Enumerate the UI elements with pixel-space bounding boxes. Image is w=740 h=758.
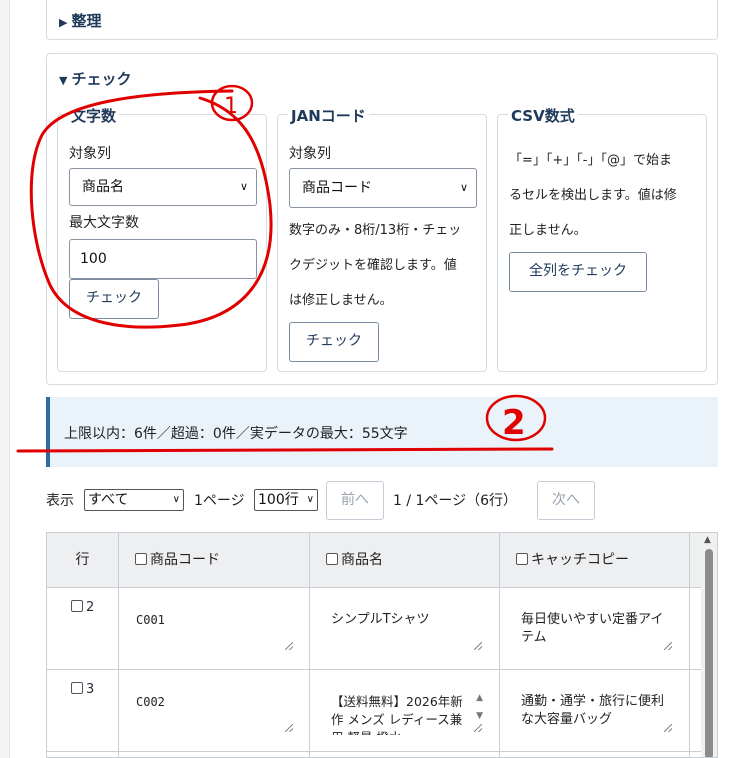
header-checkbox[interactable] — [326, 553, 338, 565]
row-selector[interactable]: 2 — [71, 600, 94, 615]
charcount-check-button[interactable]: チェック — [69, 279, 159, 319]
resize-grip-icon[interactable] — [664, 724, 672, 732]
per-page-select[interactable]: 100行 ∨ — [254, 489, 318, 511]
header-checkbox[interactable] — [516, 553, 528, 565]
product-name-cell-input[interactable]: シンプルTシャツ — [320, 602, 486, 654]
result-message: 上限以内：6件／超過：0件／実データの最大：55文字 — [46, 397, 718, 467]
csv-panel: CSV数式 「=」「+」「-」「@」で始ま るセルを検出します。値は修 正しませ… — [497, 105, 707, 372]
data-grid: 行 商品コード 商品名 キャッチコピー 2 C001 シンプルTシャツ 毎日使い… — [46, 532, 718, 758]
next-page-button[interactable]: 次へ — [537, 481, 595, 520]
table-row: 2 — [47, 588, 119, 670]
table-row: 3 — [47, 670, 119, 752]
table-cell: C001 — [119, 588, 310, 670]
charcount-max-input[interactable]: 100 — [69, 239, 257, 279]
row-checkbox[interactable] — [71, 682, 83, 694]
resize-grip-icon[interactable] — [285, 724, 293, 732]
row-checkbox[interactable] — [71, 600, 83, 612]
charcount-target-select[interactable]: 商品名 ∨ — [69, 168, 257, 206]
section-organize: ▶ 整理 — [46, 0, 718, 40]
table-cell: 通勤・通学・旅行に便利な大容量バッグ — [500, 670, 690, 752]
section-organize-toggle[interactable]: ▶ 整理 — [59, 10, 101, 31]
prev-page-button[interactable]: 前へ — [326, 481, 384, 520]
scroll-down-icon[interactable]: ▼ — [476, 707, 483, 725]
header-checkbox[interactable] — [135, 553, 147, 565]
jan-target-label: 対象列 — [289, 146, 331, 162]
scrollbar-thumb[interactable] — [705, 549, 713, 757]
table-cell: C002 — [119, 670, 310, 752]
show-label: 表示 — [46, 493, 74, 509]
page-status: 1 / 1ページ（6行） — [393, 493, 518, 509]
expanded-triangle-icon: ▼ — [59, 74, 68, 87]
jan-legend: JANコード — [288, 105, 369, 126]
grid-vertical-scrollbar[interactable]: ▲ — [701, 533, 717, 757]
resize-grip-icon[interactable] — [474, 642, 482, 650]
per-page-label: 1ページ — [194, 493, 245, 509]
table-cell: シンプルTシャツ — [310, 588, 500, 670]
csv-description: 「=」「+」「-」「@」で始ま るセルを検出します。値は修 正しません。 — [509, 153, 677, 238]
header-product-name[interactable]: 商品名 — [310, 533, 500, 588]
product-code-cell-input[interactable]: C002 — [125, 684, 297, 736]
table-row — [47, 752, 119, 757]
header-product-code[interactable]: 商品コード — [119, 533, 310, 588]
charcount-target-label: 対象列 — [69, 146, 111, 162]
chevron-down-icon: ∨ — [239, 180, 248, 193]
chevron-down-icon: ∨ — [306, 494, 314, 505]
left-gutter — [0, 0, 10, 758]
table-cell: 【送料無料】2026年新作 メンズ レディース兼用 軽量 撥水 ▲ ▼ — [310, 670, 500, 752]
result-text: 上限以内：6件／超過：0件／実データの最大：55文字 — [64, 426, 408, 442]
product-code-cell-input[interactable]: C001 — [125, 602, 297, 654]
section-check-toggle[interactable]: ▼ チェック — [59, 68, 131, 89]
catch-copy-cell-input[interactable]: 通勤・通学・旅行に便利な大容量バッグ — [510, 684, 676, 736]
collapsed-triangle-icon: ▶ — [59, 16, 68, 29]
table-cell: 毎日使いやすい定番アイテム — [500, 588, 690, 670]
section-check: ▼ チェック 文字数 対象列 商品名 ∨ 最大文字数 100 チェック JANコー… — [46, 53, 718, 385]
jan-target-select[interactable]: 商品コード ∨ — [289, 168, 477, 208]
charcount-max-label: 最大文字数 — [69, 215, 139, 231]
chevron-down-icon: ∨ — [172, 494, 180, 505]
charcount-panel: 文字数 対象列 商品名 ∨ 最大文字数 100 チェック — [57, 105, 267, 372]
product-name-cell-input[interactable]: 【送料無料】2026年新作 メンズ レディース兼用 軽量 撥水 ▲ ▼ — [320, 684, 486, 736]
scroll-up-arrow-icon[interactable]: ▲ — [704, 535, 711, 545]
csv-check-all-button[interactable]: 全列をチェック — [509, 252, 647, 292]
table-cell — [310, 752, 500, 757]
chevron-down-icon: ∨ — [459, 181, 468, 194]
resize-grip-icon[interactable] — [664, 642, 672, 650]
row-selector[interactable]: 3 — [71, 682, 94, 697]
jan-check-button[interactable]: チェック — [289, 322, 379, 362]
jan-description: 数字のみ・8桁/13桁・チェッ クデジットを確認します。値 は修正しません。 — [289, 223, 462, 308]
resize-grip-icon[interactable] — [285, 642, 293, 650]
filter-select[interactable]: すべて ∨ — [84, 489, 184, 511]
scroll-up-icon[interactable]: ▲ — [476, 689, 483, 707]
header-catch-copy[interactable]: キャッチコピー — [500, 533, 690, 588]
resize-grip-icon[interactable] — [474, 724, 482, 732]
catch-copy-cell-input[interactable]: 毎日使いやすい定番アイテム — [510, 602, 676, 654]
jan-panel: JANコード 対象列 商品コード ∨ 数字のみ・8桁/13桁・チェッ クデジット… — [277, 105, 487, 372]
header-row-number: 行 — [47, 533, 119, 588]
table-cell — [500, 752, 690, 757]
table-cell — [119, 752, 310, 757]
charcount-legend: 文字数 — [68, 105, 120, 126]
csv-legend: CSV数式 — [508, 105, 578, 126]
